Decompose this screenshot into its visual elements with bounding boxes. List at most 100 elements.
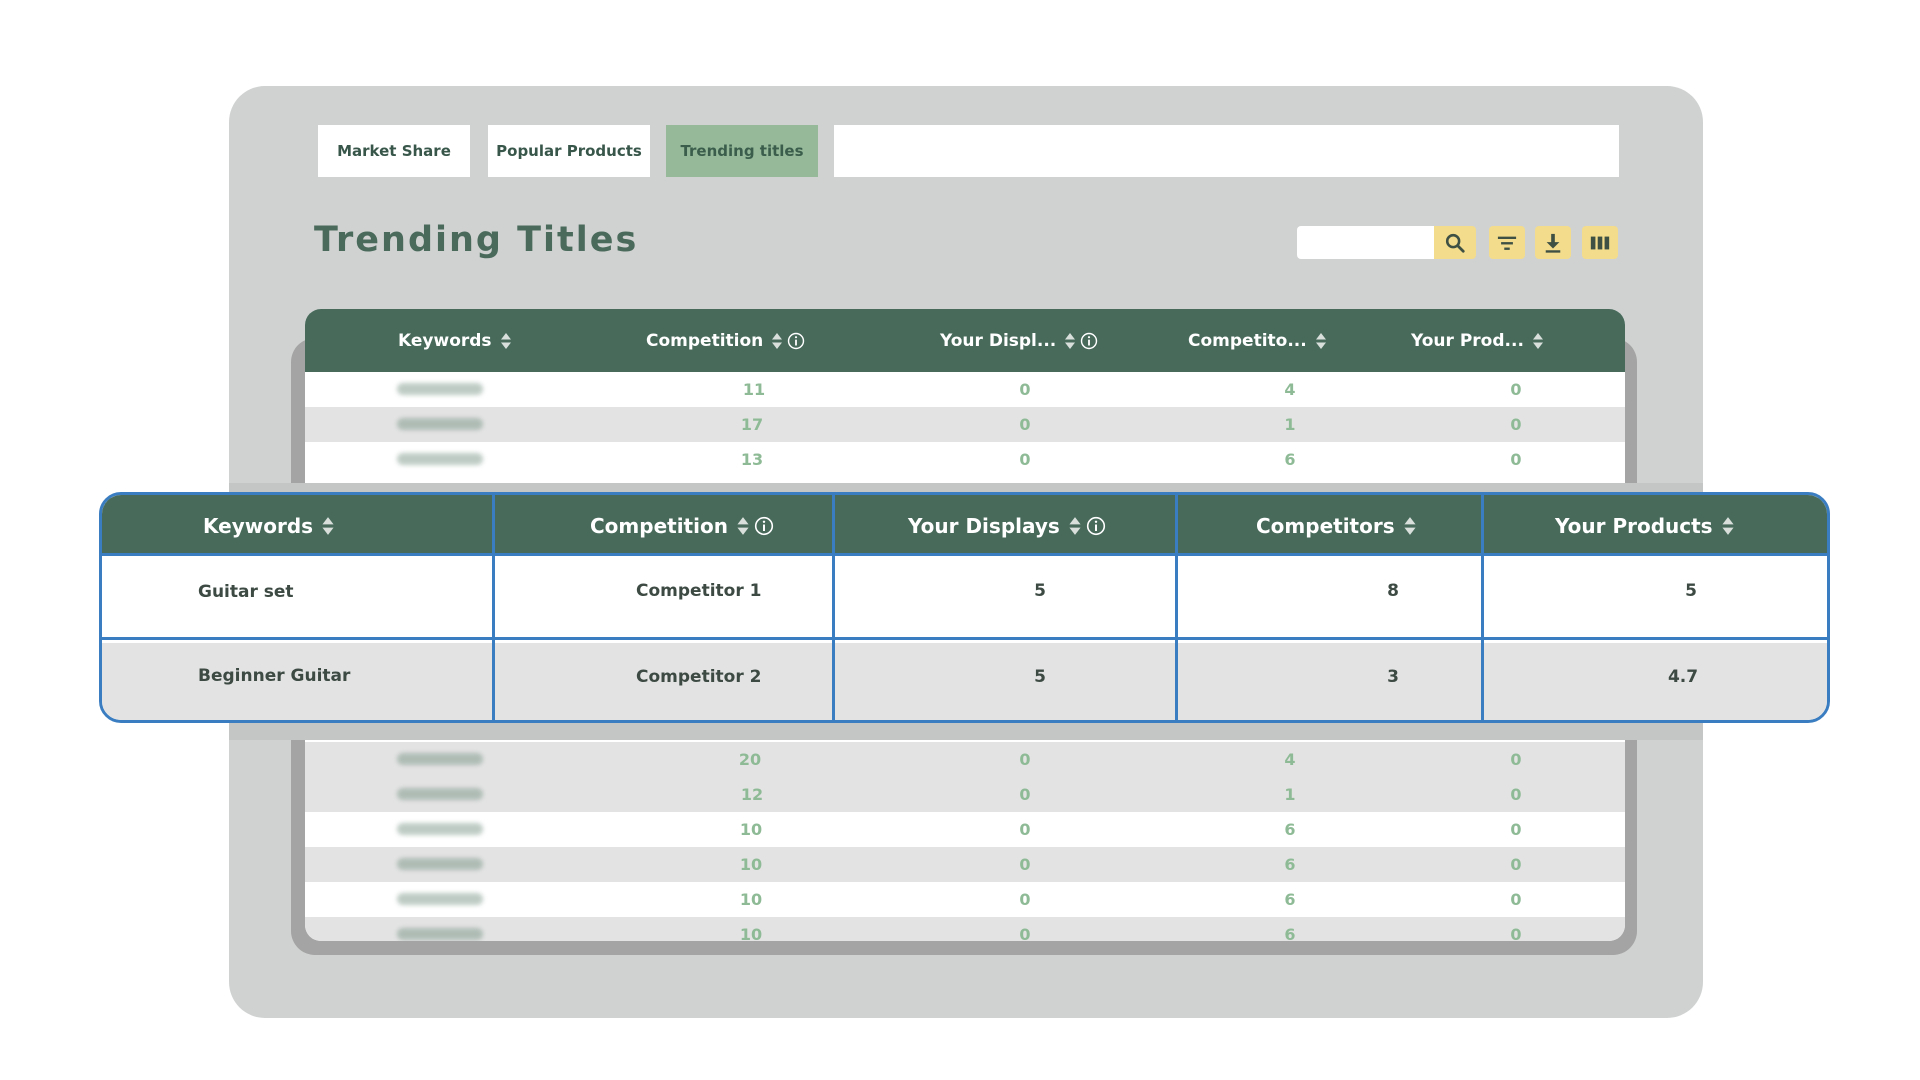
sort-icon[interactable] xyxy=(1064,332,1076,350)
cell-your-displays: 0 xyxy=(1019,450,1031,469)
blurred-keyword xyxy=(397,858,483,870)
cell-competitors: 4 xyxy=(1284,750,1296,769)
column-header-label: Keywords xyxy=(203,513,314,538)
column-header-competition[interactable]: Competition xyxy=(646,309,809,372)
column-header-label: Your Products xyxy=(1555,513,1713,538)
sort-icon[interactable] xyxy=(321,516,335,536)
cell-competition: 17 xyxy=(740,415,764,434)
table-row[interactable]: 17 0 1 0 xyxy=(305,407,1625,442)
table-row[interactable]: 11 0 4 0 xyxy=(305,372,1625,407)
cell-your-products: 0 xyxy=(1510,890,1522,909)
cell-your-displays: 0 xyxy=(1019,855,1031,874)
table-row[interactable]: 20 0 4 0 xyxy=(305,742,1625,777)
table-row[interactable]: Beginner Guitar Competitor 2 5 3 4.7 xyxy=(102,643,1827,720)
cell-your-products: 0 xyxy=(1510,855,1522,874)
columns-button[interactable] xyxy=(1582,226,1618,259)
download-button[interactable] xyxy=(1535,226,1571,259)
column-divider xyxy=(1175,495,1178,720)
table-row[interactable]: 10 0 6 0 xyxy=(305,917,1625,941)
cell-competition: 10 xyxy=(739,925,763,941)
cell-your-displays: 0 xyxy=(1019,820,1031,839)
cell-your-products: 0 xyxy=(1510,925,1522,941)
cell-competitors: 6 xyxy=(1284,890,1296,909)
cell-keyword: Beginner Guitar xyxy=(198,666,351,686)
tab-market-share[interactable]: Market Share xyxy=(318,125,470,177)
table-row[interactable]: 12 0 1 0 xyxy=(305,777,1625,812)
info-icon[interactable] xyxy=(787,332,805,350)
table-row[interactable]: 13 0 6 0 xyxy=(305,442,1625,477)
cell-your-products: 4.7 xyxy=(1667,667,1699,687)
column-header-keywords[interactable]: Keywords xyxy=(398,309,516,372)
cell-competition: 10 xyxy=(739,855,763,874)
column-header-competitors[interactable]: Competitors xyxy=(1256,495,1421,556)
column-header-competition[interactable]: Competition xyxy=(590,495,778,556)
highlighted-table: Keywords Competition Your Displays Compe… xyxy=(99,492,1830,723)
column-header-keywords[interactable]: Keywords xyxy=(203,495,339,556)
column-header-your-products[interactable]: Your Prod... xyxy=(1411,309,1548,372)
cell-your-displays: 0 xyxy=(1019,380,1031,399)
cell-your-products: 0 xyxy=(1510,450,1522,469)
page-title: Trending Titles xyxy=(314,220,639,260)
column-header-label: Your Displ... xyxy=(940,330,1057,351)
sort-icon[interactable] xyxy=(1532,332,1544,350)
info-icon[interactable] xyxy=(1080,332,1098,350)
cell-your-displays: 0 xyxy=(1019,415,1031,434)
background-table-header: Keywords Competition Your Displ... Compe… xyxy=(305,309,1625,372)
cell-your-products: 0 xyxy=(1510,785,1522,804)
cell-competitors: 6 xyxy=(1284,925,1296,941)
sort-icon[interactable] xyxy=(1403,516,1417,536)
highlighted-table-header: Keywords Competition Your Displays Compe… xyxy=(102,495,1827,556)
table-row[interactable]: 10 0 6 0 xyxy=(305,847,1625,882)
cell-your-products: 0 xyxy=(1510,380,1522,399)
sort-icon[interactable] xyxy=(500,332,512,350)
cell-competition: 10 xyxy=(739,890,763,909)
cell-your-products: 0 xyxy=(1510,415,1522,434)
cell-competitors: 8 xyxy=(1387,581,1399,601)
cell-competition: 10 xyxy=(739,820,763,839)
blurred-keyword xyxy=(397,928,483,940)
column-header-your-products[interactable]: Your Products xyxy=(1555,495,1739,556)
blurred-keyword xyxy=(397,893,483,905)
column-divider xyxy=(492,495,495,720)
cell-keyword: Guitar set xyxy=(198,582,294,602)
sort-icon[interactable] xyxy=(1315,332,1327,350)
sort-icon[interactable] xyxy=(736,516,750,536)
cell-competitors: 1 xyxy=(1284,415,1296,434)
tab-popular-products[interactable]: Popular Products xyxy=(488,125,650,177)
table-row[interactable]: 10 0 6 0 xyxy=(305,812,1625,847)
table-row[interactable]: Guitar set Competitor 1 5 8 5 xyxy=(102,559,1827,640)
blurred-keyword xyxy=(397,788,483,800)
filter-icon xyxy=(1497,236,1517,250)
search-button[interactable] xyxy=(1434,226,1476,259)
info-icon[interactable] xyxy=(1086,516,1106,536)
column-header-your-displays[interactable]: Your Displays xyxy=(908,495,1110,556)
download-icon xyxy=(1545,233,1561,253)
sort-icon[interactable] xyxy=(1721,516,1735,536)
cell-your-products: 0 xyxy=(1510,820,1522,839)
cell-competitors: 6 xyxy=(1284,820,1296,839)
cell-competition: 20 xyxy=(738,750,762,769)
info-icon[interactable] xyxy=(754,516,774,536)
column-header-competitors[interactable]: Competito... xyxy=(1188,309,1331,372)
cell-competition: 12 xyxy=(740,785,764,804)
tab-trending-titles[interactable]: Trending titles xyxy=(666,125,818,177)
column-header-label: Competito... xyxy=(1188,330,1307,351)
cell-competitors: 4 xyxy=(1284,380,1296,399)
table-row[interactable]: 10 0 6 0 xyxy=(305,882,1625,917)
sort-icon[interactable] xyxy=(1068,516,1082,536)
search-input[interactable] xyxy=(1297,226,1435,259)
cell-competition: Competitor 2 xyxy=(636,667,762,687)
column-header-label: Your Displays xyxy=(908,513,1060,538)
blurred-keyword xyxy=(397,418,483,430)
cell-competitors: 3 xyxy=(1387,667,1399,687)
cell-competitors: 6 xyxy=(1284,450,1296,469)
column-divider xyxy=(832,495,835,720)
filter-button[interactable] xyxy=(1489,226,1525,259)
cell-competitors: 1 xyxy=(1284,785,1296,804)
cell-your-displays: 5 xyxy=(1034,667,1046,687)
column-header-label: Competitors xyxy=(1256,513,1395,538)
column-header-label: Keywords xyxy=(398,330,492,351)
sort-icon[interactable] xyxy=(771,332,783,350)
column-header-your-displays[interactable]: Your Displ... xyxy=(940,309,1102,372)
cell-your-displays: 0 xyxy=(1019,925,1031,941)
